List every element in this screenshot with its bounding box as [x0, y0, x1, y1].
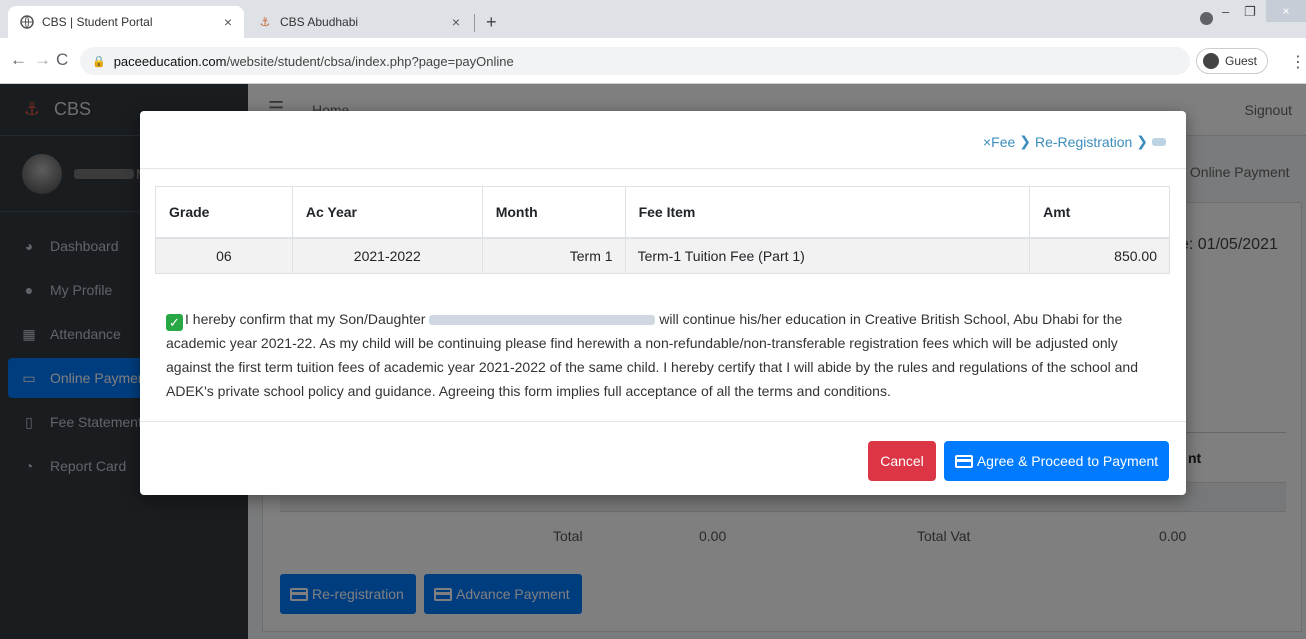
credit-card-icon [954, 454, 973, 468]
agree-proceed-button[interactable]: Agree & Proceed to Payment [944, 441, 1169, 481]
back-icon[interactable]: ← [10, 50, 27, 70]
close-tab-icon[interactable]: × [452, 14, 460, 30]
maximize-icon[interactable]: ❐ [1244, 4, 1256, 20]
modal-header: × Fee ❯ Re-Registration ❯ [140, 111, 1186, 169]
child-name-redacted [429, 315, 656, 326]
breadcrumb-redacted [1152, 137, 1166, 146]
confirm-text-before: I hereby confirm that my Son/Daughter [185, 311, 426, 327]
forward-icon[interactable]: → [34, 50, 51, 70]
fee-table: Grade Ac Year Month Fee Item Amt 06 2021… [155, 186, 1170, 274]
reload-icon[interactable]: C [56, 50, 68, 70]
table-header-row: Grade Ac Year Month Fee Item Amt [155, 186, 1170, 239]
agree-checkbox[interactable]: ✓ [166, 314, 183, 331]
confirmation-text: ✓ I hereby confirm that my Son/Daughter w… [166, 307, 1166, 403]
cell-ac-year: 2021-2022 [291, 237, 483, 274]
close-tab-icon[interactable]: × [224, 14, 232, 30]
url-path: /website/student/cbsa/index.php?page=pay… [226, 53, 514, 69]
browser-menu-icon[interactable]: ⋮ [1290, 52, 1306, 72]
breadcrumb-fee[interactable]: Fee [991, 134, 1015, 150]
cell-month: Term 1 [481, 237, 626, 274]
guest-profile-button[interactable]: Guest [1196, 48, 1269, 74]
breadcrumb-reregistration[interactable]: Re-Registration [1035, 134, 1132, 150]
modal-breadcrumb: × Fee ❯ Re-Registration ❯ [983, 133, 1166, 150]
column-header-grade: Grade [155, 186, 293, 239]
browser-tab-student-portal[interactable]: CBS | Student Portal × [8, 6, 244, 38]
url-domain: paceeducation.com [113, 53, 227, 69]
anchor-icon: ⚓ [259, 15, 271, 29]
table-row: 06 2021-2022 Term 1 Term-1 Tuition Fee (… [155, 237, 1170, 274]
column-header-amt: Amt [1029, 186, 1170, 239]
close-icon[interactable]: × [983, 134, 991, 150]
lock-icon: 🔒 [92, 55, 106, 68]
column-header-ac-year: Ac Year [291, 186, 483, 239]
chevron-right-icon: ❯ [1136, 133, 1148, 149]
url-field[interactable]: 🔒 paceeducation.com /website/student/cbs… [80, 47, 1190, 75]
new-tab-icon[interactable]: + [486, 12, 497, 33]
tab-label: CBS | Student Portal [42, 15, 153, 29]
avatar-icon [1203, 53, 1219, 69]
modal-footer: Cancel Agree & Proceed to Payment [140, 421, 1186, 495]
cancel-button[interactable]: Cancel [868, 441, 936, 481]
window-close-icon[interactable]: × [1266, 0, 1306, 22]
column-header-fee-item: Fee Item [624, 186, 1031, 239]
button-label: Agree & Proceed to Payment [976, 453, 1159, 469]
minimize-icon[interactable]: – [1222, 4, 1229, 19]
cell-amt: 850.00 [1029, 237, 1170, 274]
guest-label: Guest [1225, 54, 1258, 68]
confirmation-modal: × Fee ❯ Re-Registration ❯ Grade Ac Year … [140, 111, 1186, 495]
tab-separator [474, 14, 475, 32]
globe-icon [20, 15, 34, 29]
tab-label: CBS Abudhabi [280, 15, 359, 29]
cell-grade: 06 [155, 237, 293, 274]
column-header-month: Month [481, 186, 626, 239]
browser-profile-icon[interactable] [1200, 12, 1213, 25]
address-bar-area: ← → ⟳ 🔒 paceeducation.com /website/stude… [0, 38, 1306, 84]
cell-fee-item: Term-1 Tuition Fee (Part 1) [624, 237, 1031, 274]
browser-tab-cbs-abudhabi[interactable]: ⚓ CBS Abudhabi × [246, 6, 472, 38]
browser-tab-bar: CBS | Student Portal × ⚓ CBS Abudhabi × … [0, 0, 1306, 38]
chevron-right-icon: ❯ [1019, 133, 1031, 149]
